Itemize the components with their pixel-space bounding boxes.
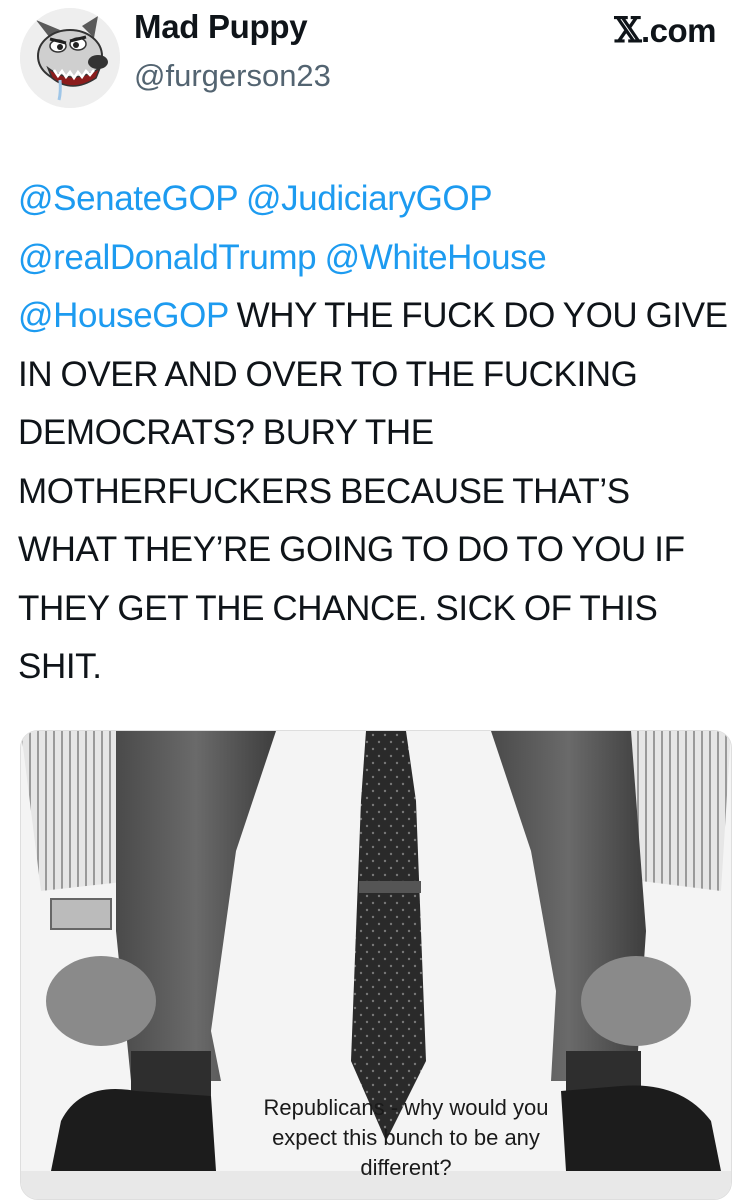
tweet-header: Mad Puppy @furgerson23 𝕏.com (0, 0, 748, 120)
brand-label: .com (640, 12, 717, 49)
mention-link[interactable]: @realDonaldTrump (18, 238, 317, 277)
author-handle[interactable]: @furgerson23 (134, 58, 331, 94)
x-logo-icon: 𝕏 (614, 10, 641, 51)
meme-caption: Republicans - why would you expect this … (201, 1093, 611, 1183)
caption-line: Republicans - why would you (263, 1095, 549, 1120)
x-com-brand: 𝕏.com (614, 10, 716, 51)
mention-link[interactable]: @HouseGOP (18, 296, 229, 335)
tweet-body: WHY THE FUCK DO YOU GIVE IN OVER AND OVE… (18, 296, 728, 686)
author-display-name[interactable]: Mad Puppy (134, 8, 308, 46)
caption-line: expect this bunch to be any (272, 1125, 540, 1150)
mention-link[interactable]: @JudiciaryGOP (246, 179, 492, 218)
mention-link[interactable]: @WhiteHouse (325, 238, 547, 277)
cartoon-dog-avatar-icon[interactable] (20, 8, 120, 108)
mention-link[interactable]: @SenateGOP (18, 179, 238, 218)
caption-line: different? (360, 1155, 452, 1180)
tweet-media-image[interactable]: Republicans - why would you expect this … (20, 730, 732, 1200)
tweet-text: @SenateGOP @JudiciaryGOP @realDonaldTrum… (18, 170, 730, 697)
